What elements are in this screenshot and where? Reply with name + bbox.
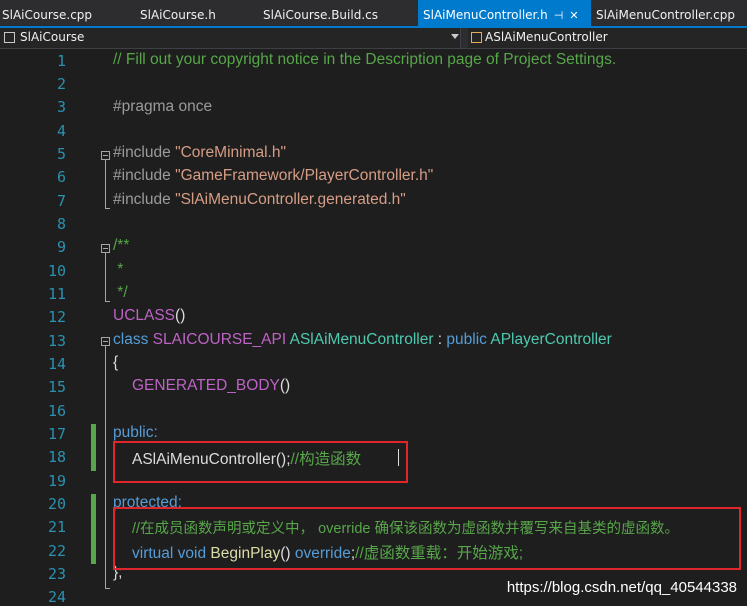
chevron-down-icon bbox=[451, 34, 459, 39]
line-number: 14 bbox=[47, 355, 66, 373]
line-number: 12 bbox=[47, 308, 66, 326]
watermark-text: https://blog.csdn.net/qq_40544338 bbox=[506, 579, 737, 596]
line-number: 3 bbox=[56, 98, 66, 116]
line-number: 16 bbox=[47, 402, 66, 420]
tab-slaicourse-cpp[interactable]: SlAiCourse.cpp bbox=[2, 0, 92, 26]
scope-label: ASlAiMenuController bbox=[485, 30, 608, 44]
project-label: SlAiCourse bbox=[20, 30, 85, 44]
code-line-5: #include "CoreMinimal.h" bbox=[113, 144, 286, 161]
tab-slaicourse-build-cs[interactable]: SlAiCourse.Build.cs bbox=[263, 0, 378, 26]
line-number: 18 bbox=[47, 448, 66, 466]
outline-guide bbox=[105, 253, 106, 301]
tab-slaicourse-h[interactable]: SlAiCourse.h bbox=[140, 0, 216, 26]
line-number: 19 bbox=[47, 472, 66, 490]
line-number: 1 bbox=[56, 52, 66, 70]
outline-guide bbox=[105, 160, 106, 208]
code-line-9: /** bbox=[113, 237, 130, 254]
tab-slaimenucontroller-h[interactable]: SlAiMenuController.h ⊣ ✕ bbox=[418, 0, 591, 26]
project-icon bbox=[4, 32, 15, 43]
code-editor[interactable]: 1 2 3 4 5 6 7 8 9 10 11 12 13 14 15 16 1… bbox=[0, 49, 747, 606]
line-number: 17 bbox=[47, 425, 66, 443]
line-number: 15 bbox=[47, 378, 66, 396]
line-number: 10 bbox=[47, 262, 66, 280]
line-number: 8 bbox=[56, 215, 66, 233]
collapse-icon[interactable] bbox=[101, 151, 110, 160]
line-number: 6 bbox=[56, 168, 66, 186]
line-number: 4 bbox=[56, 122, 66, 140]
code-line-1: // Fill out your copyright notice in the… bbox=[113, 51, 617, 68]
highlight-box-constructor bbox=[113, 441, 408, 483]
line-number: 5 bbox=[56, 145, 66, 163]
line-number: 2 bbox=[56, 75, 66, 93]
change-marker bbox=[91, 494, 96, 564]
line-number: 23 bbox=[47, 565, 66, 583]
scope-dropdown[interactable]: ASlAiMenuController bbox=[468, 28, 747, 48]
code-line-13: class SLAICOURSE_API ASlAiMenuController… bbox=[113, 331, 612, 348]
navigation-bar: SlAiCourse ASlAiMenuController bbox=[0, 28, 747, 49]
collapse-icon[interactable] bbox=[101, 244, 110, 253]
line-number: 13 bbox=[47, 332, 66, 350]
line-number: 20 bbox=[47, 495, 66, 513]
code-line-14: { bbox=[113, 354, 119, 371]
document-tab-strip: SlAiCourse.cpp SlAiCourse.h SlAiCourse.B… bbox=[0, 0, 747, 26]
project-dropdown[interactable]: SlAiCourse bbox=[0, 28, 461, 48]
line-number: 21 bbox=[47, 518, 66, 536]
line-number: 9 bbox=[56, 238, 66, 256]
class-icon bbox=[471, 32, 482, 43]
line-number: 7 bbox=[56, 192, 66, 210]
change-marker bbox=[91, 424, 96, 471]
outline-guide-end bbox=[105, 301, 110, 302]
outline-guide bbox=[105, 346, 106, 588]
highlight-box-beginplay bbox=[113, 507, 741, 570]
outline-guide-end bbox=[105, 588, 110, 589]
tab-label: SlAiMenuController.h bbox=[423, 8, 548, 22]
collapse-icon[interactable] bbox=[101, 337, 110, 346]
code-line-11: */ bbox=[113, 284, 128, 301]
tab-slaimenucontroller-cpp[interactable]: SlAiMenuController.cpp bbox=[596, 0, 735, 26]
code-line-12: UCLASS() bbox=[113, 307, 186, 324]
code-line-6: #include "GameFramework/PlayerController… bbox=[113, 167, 434, 184]
code-line-10: * bbox=[113, 261, 124, 278]
code-line-7: #include "SlAiMenuController.generated.h… bbox=[113, 191, 406, 208]
line-number: 24 bbox=[47, 588, 66, 606]
code-line-17: public: bbox=[113, 424, 158, 441]
code-line-15: GENERATED_BODY() bbox=[132, 377, 291, 394]
code-line-3: #pragma once bbox=[113, 98, 213, 115]
line-number: 22 bbox=[47, 542, 66, 560]
line-number: 11 bbox=[47, 285, 66, 303]
outline-guide-end bbox=[105, 208, 110, 209]
